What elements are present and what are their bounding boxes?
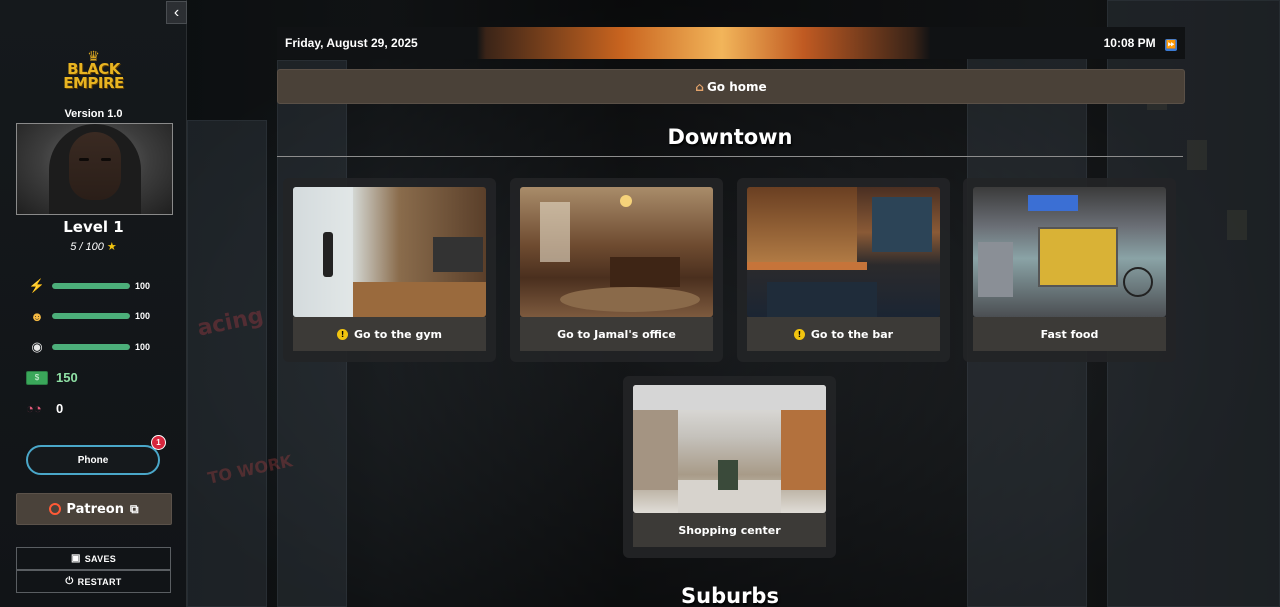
version-label: Version 1.0	[64, 108, 123, 120]
patreon-label: Patreon	[66, 501, 124, 517]
sunglasses-icon: ◔◔	[26, 401, 42, 416]
location-text: Go to Jamal's office	[557, 327, 676, 341]
star-icon: ★	[106, 241, 117, 253]
date-label: Friday, August 29, 2025	[285, 36, 418, 50]
location-label: Fast food	[973, 317, 1166, 351]
logo-line-2: EMPIRE	[63, 74, 124, 92]
mood-value: 100	[135, 311, 151, 321]
lightning-icon: ⚡	[28, 278, 46, 293]
location-label: Go to Jamal's office	[520, 317, 713, 351]
saves-button[interactable]: ▣ SAVES	[16, 547, 171, 570]
location-card-fastfood[interactable]: Fast food	[963, 178, 1176, 362]
section-title-suburbs: Suburbs	[681, 584, 779, 607]
money-value: 150	[56, 370, 78, 385]
location-card-bar[interactable]: ! Go to the bar	[737, 178, 950, 362]
mood-stat: ☻ 100	[26, 308, 150, 324]
restart-label: RESTART	[77, 576, 122, 587]
time-bar: Friday, August 29, 2025 10:08 PM ⏩	[277, 27, 1185, 59]
office-image	[520, 187, 713, 317]
sidebar: ‹ ♛ BLACK EMPIRE Version 1.0 Level 1 5 /…	[0, 0, 187, 607]
time-label: 10:08 PM ⏩	[1104, 36, 1177, 51]
saves-label: SAVES	[84, 553, 117, 564]
energy-value: 100	[135, 281, 151, 291]
hunger-stat: ◉ 100	[26, 339, 150, 355]
player-portrait	[16, 123, 173, 215]
location-text: Go to the gym	[354, 327, 442, 341]
section-title-downtown: Downtown	[667, 125, 793, 149]
location-text: Fast food	[1040, 327, 1099, 341]
energy-stat: ⚡ 100	[26, 278, 150, 294]
player-level: Level 1	[63, 218, 124, 236]
location-label: Shopping center	[633, 513, 826, 547]
hunger-bar	[52, 344, 130, 350]
plate-icon: ◉	[31, 339, 43, 354]
location-text: Shopping center	[678, 523, 781, 537]
location-card-mall[interactable]: Shopping center	[623, 376, 836, 558]
money-icon: $	[26, 370, 48, 385]
patreon-icon	[49, 503, 62, 515]
fastfood-image	[973, 187, 1166, 317]
save-icon: ▣	[70, 553, 81, 564]
charm-value: 0	[56, 401, 64, 416]
location-label: ! Go to the bar	[747, 317, 940, 351]
time-value: 10:08 PM	[1103, 35, 1156, 50]
power-icon: ⏻	[65, 576, 74, 587]
fast-forward-icon[interactable]: ⏩	[1165, 38, 1177, 51]
mood-bar	[52, 313, 130, 319]
location-card-gym[interactable]: ! Go to the gym	[283, 178, 496, 362]
location-text: Go to the bar	[810, 327, 894, 341]
go-home-button[interactable]: ⌂ Go home	[277, 69, 1185, 104]
external-link-icon: ⧉	[130, 501, 139, 516]
gym-image	[293, 187, 486, 317]
chevron-left-icon[interactable]: ‹	[166, 1, 187, 24]
notification-badge: 1	[151, 435, 166, 450]
warning-icon: !	[793, 328, 805, 340]
house-icon: ⌂	[695, 79, 704, 94]
xp-value: 5 / 100	[70, 241, 104, 253]
game-logo: ♛ BLACK EMPIRE	[0, 49, 187, 92]
warning-icon: !	[337, 328, 349, 340]
charm-stat: ◔◔ 0	[26, 401, 63, 416]
smiley-icon: ☻	[30, 308, 44, 324]
phone-button[interactable]: Phone	[26, 445, 160, 475]
restart-button[interactable]: ⏻ RESTART	[16, 570, 171, 593]
bar-image	[747, 187, 940, 317]
patreon-button[interactable]: Patreon ⧉	[16, 493, 172, 525]
energy-bar	[52, 283, 130, 289]
location-label: ! Go to the gym	[293, 317, 486, 351]
section-divider	[277, 156, 1183, 157]
mall-image	[633, 385, 826, 513]
money-stat: $ 150	[26, 370, 78, 385]
xp-progress: 5 / 100 ★	[0, 240, 187, 253]
location-card-office[interactable]: Go to Jamal's office	[510, 178, 723, 362]
go-home-label: Go home	[706, 79, 767, 94]
hunger-value: 100	[135, 342, 151, 352]
